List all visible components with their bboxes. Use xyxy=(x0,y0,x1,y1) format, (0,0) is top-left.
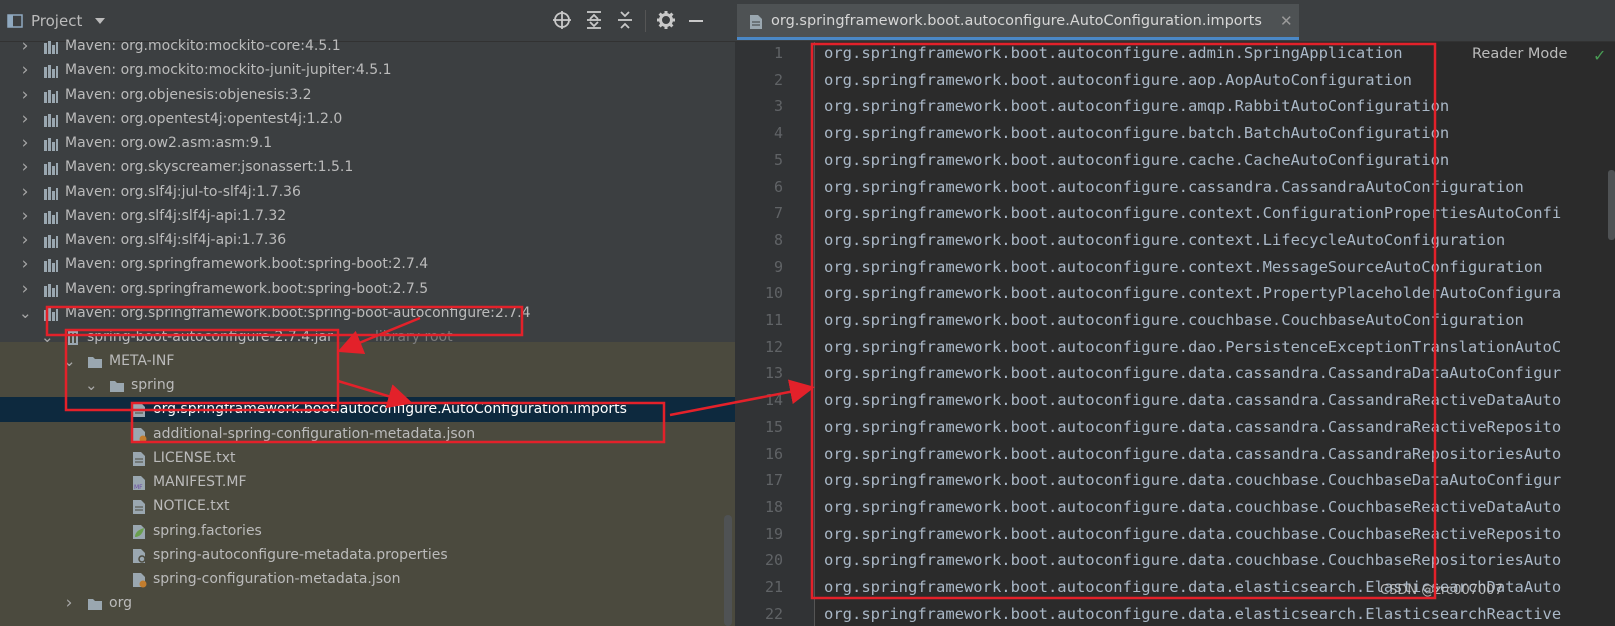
highlight-box-jar-folders xyxy=(64,328,340,412)
highlight-box-code xyxy=(810,42,1437,600)
annotation-arrow-to-code xyxy=(669,379,815,417)
annotation-arrow-to-file xyxy=(337,379,413,409)
annotation-layer xyxy=(45,42,1437,600)
